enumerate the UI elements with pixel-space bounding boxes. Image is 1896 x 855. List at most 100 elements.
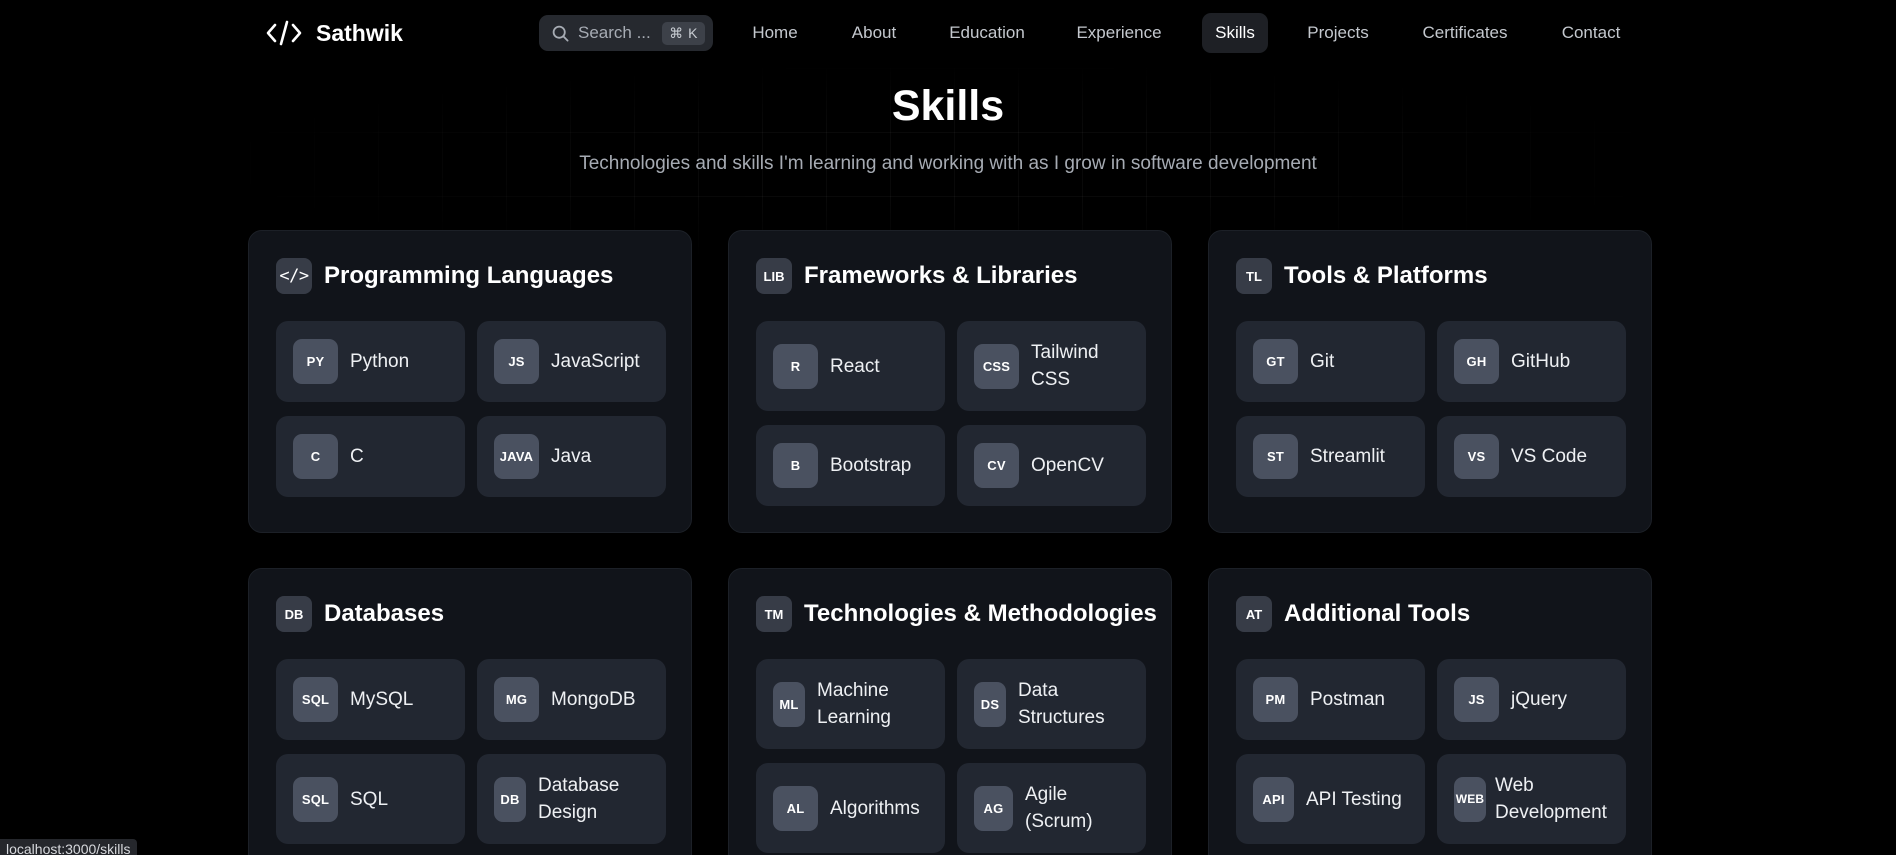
skill-label: Git (1310, 351, 1335, 372)
nav-experience[interactable]: Experience (1068, 13, 1170, 53)
skill-badge: JAVA (494, 434, 539, 479)
skill-item[interactable]: AG Agile (Scrum) (957, 763, 1146, 853)
brand-link[interactable]: Sathwik (266, 14, 403, 52)
skill-item[interactable]: B Bootstrap (756, 425, 945, 506)
skill-label: OpenCV (1031, 455, 1104, 476)
skill-item[interactable]: JS JavaScript (477, 321, 666, 402)
skill-label: MongoDB (551, 689, 636, 710)
skill-label: SQL (350, 788, 389, 810)
category-card-tools-platforms: TL Tools & Platforms GT Git GH GitHub ST… (1208, 230, 1652, 533)
skill-item[interactable]: ST Streamlit (1236, 416, 1425, 497)
category-icon: LIB (756, 258, 792, 294)
skill-label: Java (551, 446, 592, 467)
search-button[interactable]: Search ... ⌘ K (539, 15, 713, 51)
nav-contact[interactable]: Contact (1552, 13, 1630, 53)
skill-item[interactable]: CV OpenCV (957, 425, 1146, 506)
skill-badge: API (1253, 776, 1294, 822)
skill-badge: JS (494, 339, 539, 384)
nav-education[interactable]: Education (938, 13, 1036, 53)
page-title: Skills (891, 82, 1005, 130)
search-placeholder: Search ... (578, 23, 651, 42)
search-icon (552, 25, 569, 42)
browser-status-url: localhost:3000/skills (0, 839, 137, 855)
skill-label: Bootstrap (830, 455, 912, 476)
skill-badge: SQL (293, 776, 338, 822)
skill-label: Tailwind CSS (1031, 342, 1099, 390)
category-icon: AT (1236, 596, 1272, 632)
skill-badge: JS (1454, 677, 1499, 722)
skill-badge: DB (494, 776, 526, 822)
nav-skills[interactable]: Skills (1202, 13, 1268, 53)
skill-item[interactable]: SQL SQL (276, 754, 465, 844)
skill-label: API Testing (1306, 788, 1402, 810)
skill-item[interactable]: API API Testing (1236, 754, 1425, 844)
skill-badge: AG (974, 785, 1013, 831)
skill-label: Streamlit (1310, 446, 1385, 467)
skill-item[interactable]: PM Postman (1236, 659, 1425, 740)
skill-label: Postman (1310, 689, 1385, 710)
skill-item[interactable]: GH GitHub (1437, 321, 1626, 402)
brand-name: Sathwik (316, 19, 403, 46)
card-header: AT Additional Tools (1236, 596, 1470, 632)
skill-item[interactable]: JAVA Java (477, 416, 666, 497)
skill-item[interactable]: R React (756, 321, 945, 411)
search-shortcut-badge: ⌘ K (662, 21, 705, 45)
card-header: DB Databases (276, 596, 444, 632)
skill-item[interactable]: GT Git (1236, 321, 1425, 402)
card-header: TM Technologies & Methodologies (756, 596, 1157, 632)
skill-badge: B (773, 443, 818, 488)
skill-item[interactable]: C C (276, 416, 465, 497)
skill-item[interactable]: CSS Tailwind CSS (957, 321, 1146, 411)
skill-label: MySQL (350, 689, 414, 710)
category-card-frameworks-libraries: LIB Frameworks & Libraries R React CSS T… (728, 230, 1172, 533)
skill-badge: CV (974, 443, 1019, 488)
skill-item[interactable]: WEB Web Development (1437, 754, 1626, 844)
skill-label: React (830, 355, 880, 377)
skill-label: C (350, 446, 364, 467)
skill-item[interactable]: JS jQuery (1437, 659, 1626, 740)
card-header: TL Tools & Platforms (1236, 258, 1488, 294)
category-card-additional-tools: AT Additional Tools PM Postman JS jQuery… (1208, 568, 1652, 855)
skill-label: JavaScript (551, 351, 640, 372)
page-subtitle: Technologies and skills I'm learning and… (579, 153, 1317, 174)
skill-badge: GT (1253, 339, 1298, 384)
category-icon: DB (276, 596, 312, 632)
skill-badge: ST (1253, 434, 1298, 479)
skill-badge: CSS (974, 343, 1019, 389)
category-title: Technologies & Methodologies (804, 600, 1157, 627)
skill-item[interactable]: MG MongoDB (477, 659, 666, 740)
skill-item[interactable]: DS Data Structures (957, 659, 1146, 749)
skill-item[interactable]: ML Machine Learning (756, 659, 945, 749)
skill-label: jQuery (1511, 689, 1567, 710)
skill-item[interactable]: PY Python (276, 321, 465, 402)
nav-projects[interactable]: Projects (1298, 13, 1378, 53)
skill-item[interactable]: VS VS Code (1437, 416, 1626, 497)
skill-badge: SQL (293, 677, 338, 722)
category-icon: TL (1236, 258, 1272, 294)
nav-about[interactable]: About (840, 13, 908, 53)
skill-label: VS Code (1511, 446, 1588, 467)
nav-home[interactable]: Home (740, 13, 810, 53)
category-title: Frameworks & Libraries (804, 262, 1078, 289)
skill-badge: AL (773, 785, 818, 831)
skill-badge: DS (974, 681, 1006, 727)
skill-label: Database Design (538, 775, 620, 823)
skill-label: GitHub (1511, 351, 1571, 372)
nav-certificates[interactable]: Certificates (1410, 13, 1520, 53)
card-header: </> Programming Languages (276, 258, 613, 294)
skill-label: Algorithms (830, 797, 920, 819)
code-brackets-icon (266, 19, 302, 47)
skill-badge: WEB (1454, 776, 1486, 822)
skill-item[interactable]: SQL MySQL (276, 659, 465, 740)
category-title: Additional Tools (1284, 600, 1471, 627)
skill-badge: R (773, 343, 818, 389)
skill-item[interactable]: DB Database Design (477, 754, 666, 844)
category-title: Programming Languages (324, 262, 614, 289)
skill-badge: C (293, 434, 338, 479)
skill-badge: PY (293, 339, 338, 384)
category-card-technologies-methodologies: TM Technologies & Methodologies ML Machi… (728, 568, 1172, 855)
category-title: Databases (324, 600, 445, 627)
category-icon: </> (276, 258, 312, 294)
skill-item[interactable]: AL Algorithms (756, 763, 945, 853)
category-card-databases: DB Databases SQL MySQL MG MongoDB SQL SQ… (248, 568, 692, 855)
